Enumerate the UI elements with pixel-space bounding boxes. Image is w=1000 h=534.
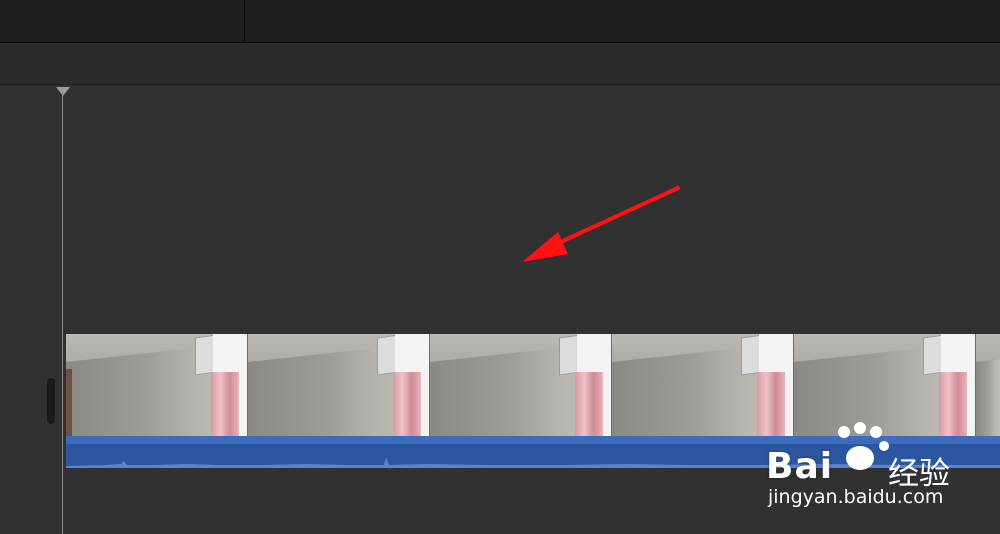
paw-icon bbox=[838, 422, 889, 470]
timeline-toolbar bbox=[0, 43, 1000, 85]
playhead-line[interactable] bbox=[62, 92, 63, 534]
vertical-scroll-handle[interactable] bbox=[47, 378, 55, 424]
red-arrow-annotation bbox=[522, 186, 680, 262]
watermark-brand: Bai bbox=[766, 446, 834, 487]
playhead-handle[interactable] bbox=[56, 87, 70, 96]
clip-frame bbox=[248, 334, 430, 436]
baidu-jingyan-watermark: Bai 经验 jingyan.baidu.com bbox=[760, 420, 990, 520]
clip-frame bbox=[66, 334, 248, 436]
watermark-url: jingyan.baidu.com bbox=[768, 486, 944, 508]
clip-frame bbox=[430, 334, 612, 436]
top-panel bbox=[0, 0, 1000, 43]
panel-divider bbox=[244, 0, 245, 42]
